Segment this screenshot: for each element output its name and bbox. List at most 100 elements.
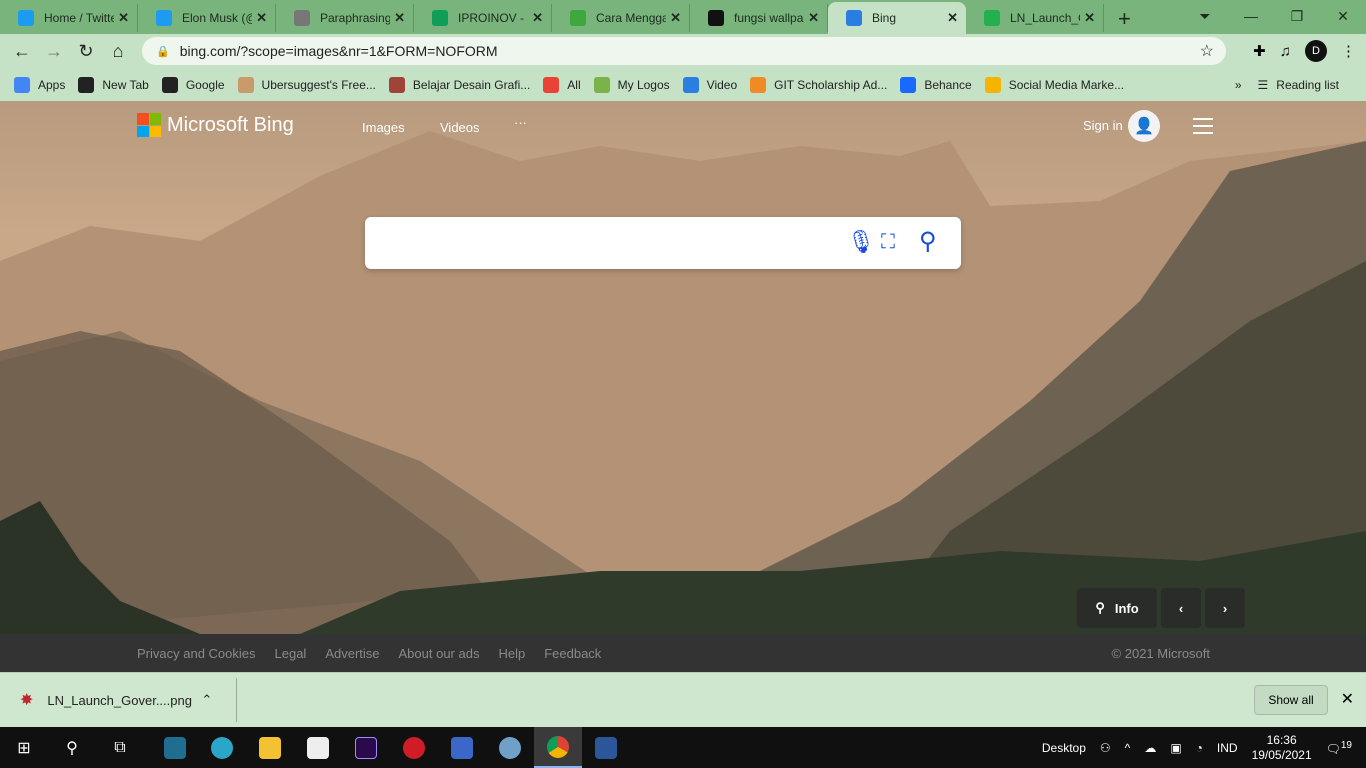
bookmark-label: Video <box>706 77 738 92</box>
footer-advertise[interactable]: Advertise <box>325 646 379 661</box>
bookmark-item[interactable]: Ubersuggest's Free... <box>237 76 376 93</box>
bing-footer: Privacy and Cookies Legal Advertise Abou… <box>0 634 1366 672</box>
clock[interactable]: 16:36 19/05/2021 <box>1252 733 1312 763</box>
search-input[interactable] <box>381 231 831 255</box>
forward-button[interactable]: → <box>38 41 70 62</box>
bookmark-item[interactable]: All <box>543 76 581 93</box>
close-tab-icon[interactable]: ✕ <box>947 10 958 26</box>
search-icon[interactable]: ⚲ <box>919 227 937 256</box>
bookmark-item[interactable]: My Logos <box>593 76 670 93</box>
back-button[interactable]: ← <box>6 41 38 62</box>
close-tab-icon[interactable]: ✕ <box>394 10 405 26</box>
bookmark-item[interactable]: Google <box>161 76 225 93</box>
math-app-icon[interactable] <box>486 727 534 768</box>
bookmark-item[interactable]: Belajar Desain Grafi... <box>388 76 530 93</box>
tab[interactable]: IPROINOV - Google Sheets ✕ <box>414 4 552 32</box>
previous-image-button[interactable]: ‹ <box>1161 588 1201 628</box>
start-button[interactable]: ⊞ <box>0 727 48 768</box>
nav-images[interactable]: Images <box>362 120 405 135</box>
tab[interactable]: Elon Musk (@elonmusk) ✕ <box>138 4 276 32</box>
address-bar[interactable]: 🔒 bing.com/?scope=images&nr=1&FORM=NOFOR… <box>142 37 1226 65</box>
home-button[interactable]: ⌂ <box>102 41 134 62</box>
show-hidden-icons[interactable]: ^ <box>1125 741 1131 755</box>
tab[interactable]: Paraphrasing Tool✕ <box>276 4 414 32</box>
new-tab-button[interactable]: + <box>1118 6 1131 32</box>
page-icon <box>570 10 586 26</box>
twitter-icon <box>156 10 172 26</box>
minimize-button[interactable]: — <box>1228 8 1274 24</box>
close-window-button[interactable]: ✕ <box>1320 8 1366 25</box>
nav-videos[interactable]: Videos <box>440 120 480 135</box>
store-icon[interactable] <box>294 727 342 768</box>
tab[interactable]: Home / Twitter ✕ <box>0 4 138 32</box>
edge-icon[interactable] <box>198 727 246 768</box>
bookmark-item[interactable]: GIT Scholarship Ad... <box>750 76 887 93</box>
media-icon[interactable]: ♫ <box>1280 43 1291 60</box>
download-item[interactable]: ✸ LN_Launch_Gover....png ⌃ <box>0 678 237 722</box>
display-icon[interactable]: ▣ <box>1170 741 1181 755</box>
close-tab-icon[interactable]: ✕ <box>532 10 543 26</box>
extensions-icon[interactable]: ✚ <box>1253 42 1266 60</box>
close-tab-icon[interactable]: ✕ <box>1084 10 1095 26</box>
footer-about-ads[interactable]: About our ads <box>399 646 480 661</box>
user-icon[interactable]: 👤 <box>1128 110 1160 142</box>
sign-in-link[interactable]: Sign in <box>1083 118 1123 133</box>
next-image-button[interactable]: › <box>1205 588 1245 628</box>
more-bookmarks-icon[interactable]: » <box>1235 78 1242 92</box>
file-explorer-icon[interactable] <box>246 727 294 768</box>
bookmark-item[interactable]: Apps <box>14 76 65 93</box>
microphone-icon[interactable]: 🎙 <box>847 229 875 255</box>
close-tab-icon[interactable]: ✕ <box>256 10 267 26</box>
footer-feedback[interactable]: Feedback <box>544 646 601 661</box>
show-all-button[interactable]: Show all <box>1254 685 1328 715</box>
tab[interactable]: Cara Menggambar✕ <box>552 4 690 32</box>
wifi-icon[interactable]: ◔ <box>1196 741 1203 755</box>
tab-title: LN_Launch_Government <box>1010 11 1080 25</box>
bookmark-label: Behance <box>924 77 972 92</box>
notifications-icon[interactable]: 🗨19 <box>1326 740 1352 756</box>
bookmark-star-icon[interactable]: ☆ <box>1200 41 1214 61</box>
footer-legal[interactable]: Legal <box>275 646 307 661</box>
search-icon[interactable]: ⚲ <box>48 727 96 768</box>
network-app-icon[interactable] <box>438 727 486 768</box>
tab-title: Home / Twitter <box>44 11 115 25</box>
tab-title: Paraphrasing Tool <box>320 11 391 25</box>
people-icon[interactable]: ⚇ <box>1100 741 1111 755</box>
word-icon[interactable] <box>582 727 630 768</box>
close-tab-icon[interactable]: ✕ <box>670 10 681 26</box>
chrome-icon[interactable] <box>534 727 582 768</box>
language-indicator[interactable]: IND <box>1217 741 1238 755</box>
after-effects-icon[interactable] <box>342 727 390 768</box>
close-tab-icon[interactable]: ✕ <box>118 10 129 26</box>
footer-privacy[interactable]: Privacy and Cookies <box>137 646 256 661</box>
footer-help[interactable]: Help <box>498 646 525 661</box>
close-tab-icon[interactable]: ✕ <box>808 10 819 26</box>
tab[interactable]: fungsi wallpaper ✕ <box>690 4 828 32</box>
chevron-up-icon[interactable]: ⌃ <box>201 692 212 708</box>
desktop-toolbar[interactable]: Desktop <box>1042 741 1086 755</box>
opera-icon[interactable] <box>390 727 438 768</box>
tab[interactable]: Bing ✕ <box>828 2 966 34</box>
bookmark-item[interactable]: New Tab <box>78 76 149 93</box>
bolt-icon <box>984 10 1000 26</box>
profile-menu-icon[interactable]: ⏷ <box>1182 8 1228 25</box>
visual-search-icon[interactable]: ⛶ <box>881 231 895 254</box>
close-download-bar-icon[interactable]: ✕ <box>1341 689 1354 709</box>
reload-button[interactable]: ↻ <box>70 41 102 62</box>
onedrive-error-icon[interactable]: ☁ <box>1144 741 1156 755</box>
bing-logo[interactable]: Microsoft Bing <box>137 113 294 137</box>
menu-kebab-icon[interactable]: ⋮ <box>1341 42 1356 60</box>
tab[interactable]: LN_Launch_Government ✕ <box>966 4 1104 32</box>
task-view-icon[interactable]: ⧉ <box>96 727 144 768</box>
profile-avatar[interactable]: D <box>1305 40 1327 62</box>
bookmark-item[interactable]: Video <box>682 76 738 93</box>
restore-button[interactable]: ❐ <box>1274 8 1320 25</box>
bookmark-item[interactable]: Behance <box>900 76 972 93</box>
drive-icon <box>984 76 1001 93</box>
reading-list-button[interactable]: ☰ Reading list <box>1258 78 1339 92</box>
info-button[interactable]: ⚲ Info <box>1077 588 1157 628</box>
app-icon-1[interactable] <box>152 727 198 768</box>
hamburger-menu-icon[interactable] <box>1193 118 1213 139</box>
bookmark-item[interactable]: Social Media Marke... <box>984 76 1124 93</box>
nav-more[interactable]: ··· <box>514 115 527 130</box>
